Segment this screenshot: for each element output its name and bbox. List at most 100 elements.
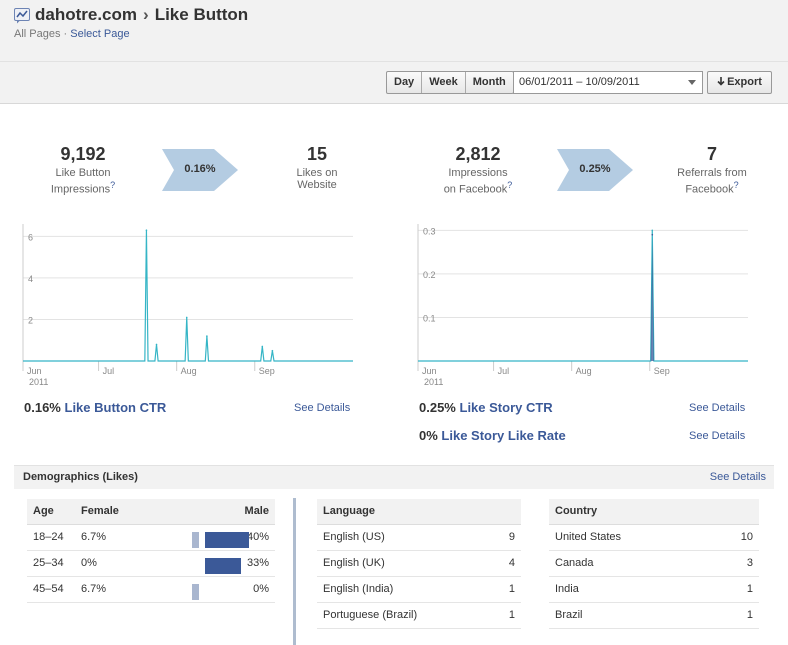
male-cell: 0% (235, 576, 275, 603)
chevron-down-icon (688, 80, 696, 85)
y-tick-label: 0.1 (423, 313, 436, 323)
female-bar (192, 583, 199, 600)
language-count-cell: 1 (491, 602, 521, 629)
date-range-select[interactable]: 06/01/2011 – 10/09/2011 (513, 71, 703, 94)
country-header: Country (549, 499, 759, 525)
series-area (418, 234, 748, 361)
demographics-see-details[interactable]: See Details (710, 471, 766, 483)
see-details-link[interactable]: See Details (689, 402, 745, 414)
language-count-cell: 1 (491, 576, 521, 603)
x-tick-label: Aug (181, 366, 197, 376)
female-cell: 0% (75, 550, 125, 577)
metric-value: 7 (706, 144, 717, 164)
country-name-cell: India (549, 576, 710, 603)
bar-cell (125, 550, 242, 577)
age-table-body: 18–24 6.7% 40% 25–34 0% 33% 45–54 6.7% 0% (27, 524, 275, 603)
male-bar (205, 531, 249, 548)
down-arrow-icon (717, 77, 725, 86)
breadcrumb-all-pages[interactable]: All Pages (14, 28, 60, 40)
language-name-cell: English (UK) (317, 550, 492, 577)
bar-cell (125, 576, 235, 603)
table-row: English (India) 1 (317, 576, 521, 603)
month-button[interactable]: Month (466, 72, 513, 93)
country-name-cell: Canada (549, 550, 710, 577)
data-point (206, 335, 208, 337)
metric-label-line2: Impressions (50, 183, 111, 196)
table-row: Brazil 1 (549, 602, 759, 629)
like-button-ctr: 0.16% Like Button CTR (24, 400, 166, 415)
x-year-label: 2011 (29, 377, 48, 387)
age-header: Age (27, 499, 75, 525)
country-name-cell: Brazil (549, 602, 710, 629)
y-tick-label: 0.3 (423, 226, 436, 236)
data-point (651, 233, 654, 236)
ctr-value: 0.25% (419, 400, 456, 415)
language-count-cell: 4 (491, 550, 521, 577)
see-details-link[interactable]: See Details (294, 402, 350, 414)
table-row: Canada 3 (549, 550, 759, 577)
x-tick-label: Aug (576, 366, 592, 376)
metric-label-line2: Facebook (685, 183, 734, 196)
like-story-like-rate: 0% Like Story Like Rate (419, 428, 566, 443)
conversion-arrow: 0.16% (162, 147, 240, 193)
ctr-link[interactable]: Like Button CTR (65, 400, 167, 415)
conversion-rate: 0.25% (579, 163, 611, 175)
demographics-header: Demographics (Likes) See Details (14, 465, 774, 489)
like-story-ctr: 0.25% Like Story CTR (419, 400, 553, 415)
age-cell: 25–34 (27, 550, 75, 577)
country-count-cell: 10 (709, 524, 759, 551)
y-tick-label: 2 (28, 315, 33, 325)
y-tick-label: 4 (28, 274, 33, 284)
language-name-cell: English (India) (317, 576, 492, 603)
country-count-cell: 1 (709, 576, 759, 603)
like-button-impressions-metric: 9,192 Like Button Impressions? (23, 144, 143, 196)
x-tick-label: Jul (498, 366, 510, 376)
table-row: 25–34 0% 33% (27, 550, 275, 577)
x-tick-label: Jun (27, 366, 42, 376)
likes-on-website-metric: 15 Likes on Website (257, 144, 377, 191)
help-icon[interactable]: ? (110, 180, 115, 190)
page-name: Like Button (154, 5, 249, 24)
metric-value: 9,192 (60, 144, 106, 164)
metric-label-line1: Like Button (55, 167, 111, 179)
x-tick-label: Jun (422, 366, 437, 376)
export-button[interactable]: Export (707, 71, 772, 94)
ctr-value: 0% (419, 428, 438, 443)
country-count-cell: 3 (709, 550, 759, 577)
conversion-rate: 0.16% (184, 163, 216, 175)
language-header: Language (317, 499, 521, 525)
male-bar (205, 557, 242, 574)
see-details-link[interactable]: See Details (689, 430, 745, 442)
day-button[interactable]: Day (387, 72, 423, 93)
table-row: 45–54 6.7% 0% (27, 576, 275, 603)
help-icon[interactable]: ? (734, 180, 739, 190)
table-header-row: Language (317, 499, 521, 525)
export-label: Export (727, 76, 762, 88)
ctr-value: 0.16% (24, 400, 61, 415)
female-cell: 6.7% (75, 524, 125, 551)
table-row: English (UK) 4 (317, 550, 521, 577)
series-line (23, 230, 353, 362)
data-point (271, 349, 274, 352)
country-table-body: United States 10 Canada 3 India 1 Brazil 1 (549, 524, 759, 629)
series-line (418, 230, 748, 362)
ctr-link[interactable]: Like Story CTR (460, 400, 553, 415)
x-tick-label: Sep (259, 366, 275, 376)
metric-label-line2: on Facebook (443, 183, 508, 196)
help-icon[interactable]: ? (507, 180, 512, 190)
country-name-cell: United States (549, 524, 710, 551)
week-button[interactable]: Week (422, 72, 466, 93)
metric-label-line1: Likes on (296, 167, 338, 179)
ctr-link[interactable]: Like Story Like Rate (441, 428, 565, 443)
metric-label: Referrals from Facebook? (652, 167, 772, 196)
table-row: Portuguese (Brazil) 1 (317, 602, 521, 629)
metric-label-line1: Impressions (448, 167, 508, 179)
range-button-group: Day Week Month (386, 71, 514, 94)
age-cell: 18–24 (27, 524, 75, 551)
x-tick-label: Sep (654, 366, 670, 376)
metric-label: Like Button Impressions? (23, 167, 143, 196)
data-point (155, 343, 158, 346)
male-header: Male (235, 499, 275, 525)
breadcrumb-select-page[interactable]: Select Page (70, 28, 129, 40)
x-tick-label: Jul (103, 366, 115, 376)
